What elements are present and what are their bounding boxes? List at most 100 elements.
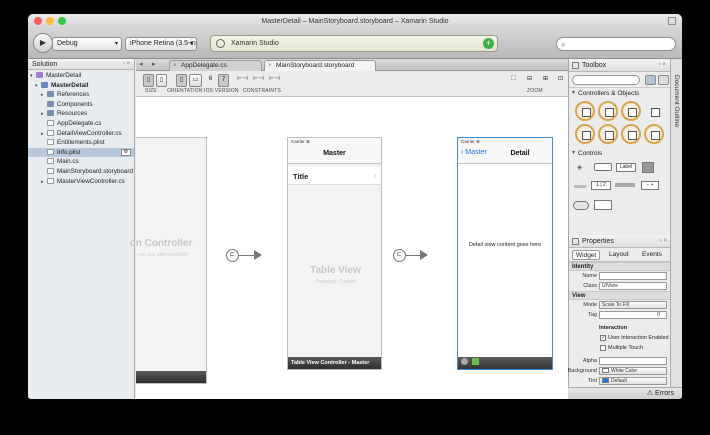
split-view-controller-icon[interactable] <box>598 124 618 144</box>
mode-select[interactable]: Scale To Fill <box>599 301 667 309</box>
orientation-landscape-button[interactable]: ▭ <box>189 74 202 87</box>
zoom-window-button[interactable] <box>58 17 66 25</box>
segue-detail[interactable]: ⊏ <box>393 249 429 263</box>
master-scene[interactable]: Carrier ⊗ Master Title › Table View Prot… <box>287 137 382 370</box>
group-view[interactable]: View <box>569 291 671 300</box>
activity-indicator-icon[interactable]: ✳ <box>574 165 585 173</box>
storyboard-canvas[interactable]: on Controller to set root view controlle… <box>130 97 568 399</box>
detail-scene[interactable]: Carrier ⊗ ‹ Master Detail Detail view co… <box>457 137 553 370</box>
master-nav-title: Master <box>323 150 346 157</box>
object-icon[interactable] <box>644 101 664 121</box>
tab-layout[interactable]: Layout <box>606 250 632 260</box>
pad-close-icon[interactable]: ▫ × <box>123 59 130 70</box>
chevron-left-icon: ‹ <box>461 149 464 156</box>
zoom-actual-icon[interactable]: ⊡ <box>555 74 566 87</box>
tree-item-resources[interactable]: ▸ Resources <box>28 109 134 119</box>
constraints-h-icon[interactable]: ⊢⊣ <box>237 74 248 87</box>
navigation-controller-icon[interactable] <box>621 101 641 121</box>
tree-item-references[interactable]: ▸ References <box>28 90 134 100</box>
segue-root[interactable]: ⊏ <box>226 249 262 263</box>
multiple-touch-checkbox[interactable] <box>600 345 606 351</box>
orientation-portrait-button[interactable]: ▯ <box>176 74 187 87</box>
page-view-controller-icon[interactable] <box>621 124 641 144</box>
tint-select[interactable]: Default <box>599 377 667 385</box>
tree-item-detailviewcontroller[interactable]: ▸ DetailViewController.cs <box>28 129 134 139</box>
device-selector[interactable]: iPhone Retina (3.5-in ▾ <box>125 37 197 51</box>
table-row[interactable]: Title › <box>288 167 381 185</box>
close-icon[interactable]: × <box>173 61 177 71</box>
image-view-icon[interactable] <box>642 162 654 173</box>
zoom-fit-icon[interactable]: ⛶ <box>508 74 519 87</box>
options-icon[interactable]: ⚙ <box>121 148 131 156</box>
minimize-window-button[interactable] <box>46 17 54 25</box>
tag-field[interactable]: 0 <box>599 311 667 319</box>
table-view-controller-icon[interactable] <box>575 101 595 121</box>
tab-back-icon[interactable]: ◂ <box>139 60 143 68</box>
slider-icon[interactable] <box>615 183 635 187</box>
zoom-out-icon[interactable]: ⊟ <box>524 74 535 87</box>
segmented-control-icon[interactable]: 1 | 2 <box>591 181 611 190</box>
alpha-field[interactable] <box>599 357 667 365</box>
size-retina35-button[interactable]: ▯ <box>143 74 154 87</box>
tree-item-components[interactable]: Components <box>28 100 134 110</box>
tree-item-appdelegate[interactable]: AppDelegate.cs <box>28 119 134 129</box>
toolbox-pad: Toolbox ▫ × Controllers & Objects Contro… <box>568 59 671 399</box>
play-icon: ▶ <box>39 38 47 47</box>
container-view-icon[interactable] <box>644 124 664 144</box>
folder-icon <box>47 110 54 117</box>
label-icon[interactable]: Label <box>616 163 636 172</box>
configuration-selector[interactable]: Debug ▾ <box>52 37 122 51</box>
collection-view-controller-icon[interactable] <box>575 124 595 144</box>
close-icon[interactable]: × <box>268 61 272 71</box>
ios7-button[interactable]: 7 <box>218 74 229 87</box>
tab-bar-controller-icon[interactable] <box>598 101 618 121</box>
pad-close-icon[interactable]: ▫ × <box>659 59 666 72</box>
errors-button[interactable]: ⚠ Errors <box>647 389 674 397</box>
constraints-label: CONSTRAINTS <box>243 88 282 94</box>
tab-widget[interactable]: Widget <box>572 250 601 260</box>
class-field[interactable]: UIView <box>599 282 667 290</box>
run-button[interactable]: ▶ <box>33 33 53 53</box>
document-outline-tab[interactable]: Document Outline <box>673 75 680 127</box>
group-identity[interactable]: Identity <box>569 262 671 271</box>
status-bar: ⚠ Errors <box>568 387 682 399</box>
background-select[interactable]: White Color <box>599 367 667 375</box>
search-input[interactable]: ⌕ <box>556 37 676 51</box>
name-field[interactable] <box>599 272 667 280</box>
tab-storyboard[interactable]: × MainStoryboard.storyboard <box>264 60 376 71</box>
stepper-icon[interactable]: − + <box>641 181 659 190</box>
grid-view-icon[interactable] <box>658 75 669 85</box>
toolbox-search-input[interactable] <box>572 75 640 85</box>
pad-close-icon[interactable]: ▫ × <box>660 235 667 248</box>
list-view-icon[interactable] <box>645 75 656 85</box>
text-field-icon[interactable] <box>594 200 612 210</box>
constraints-v-icon[interactable]: ⊢⊣ <box>253 74 264 87</box>
tree-item-main[interactable]: Main.cs <box>28 157 134 167</box>
button-icon[interactable] <box>594 163 612 171</box>
navigation-controller-scene[interactable]: on Controller to set root view controlle… <box>130 137 207 384</box>
back-button[interactable]: ‹ Master <box>461 149 487 156</box>
ios6-button[interactable]: 6 <box>205 74 216 87</box>
section-controllers[interactable]: Controllers & Objects <box>569 88 670 99</box>
progress-view-icon[interactable] <box>574 185 586 188</box>
switch-icon[interactable] <box>573 201 589 210</box>
name-row: Name <box>569 271 671 281</box>
user-interaction-checkbox[interactable]: ✓ <box>600 335 606 341</box>
color-swatch-icon <box>602 378 609 383</box>
size-retina4-button[interactable]: ▯ <box>156 74 167 87</box>
fullscreen-icon[interactable] <box>668 17 676 25</box>
tree-item-storyboard[interactable]: MainStoryboard.storyboard <box>28 167 134 177</box>
tree-item-project[interactable]: ▾ MasterDetail <box>28 81 134 91</box>
tab-appdelegate[interactable]: × AppDelegate.cs <box>169 60 262 71</box>
section-controls[interactable]: Controls <box>569 148 670 159</box>
controllers-grid <box>569 99 670 148</box>
tree-item-infoplist[interactable]: Info.plist ⚙ <box>28 147 134 158</box>
tab-events[interactable]: Events <box>639 250 665 260</box>
close-window-button[interactable] <box>34 17 42 25</box>
tree-item-entitlements[interactable]: Entitlements.plist <box>28 138 134 148</box>
tree-item-solution[interactable]: ▾ MasterDetail <box>28 71 134 81</box>
constraints-clear-icon[interactable]: ⊢⊣ <box>269 74 280 87</box>
zoom-in-icon[interactable]: ⊞ <box>540 74 551 87</box>
tab-forward-icon[interactable]: ▸ <box>152 60 156 68</box>
tree-item-masterviewcontroller[interactable]: ▸ MasterViewController.cs <box>28 177 134 187</box>
